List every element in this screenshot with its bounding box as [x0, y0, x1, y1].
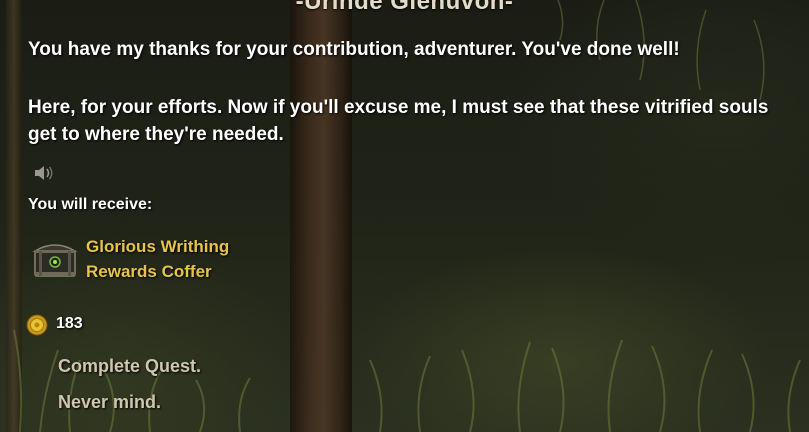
dialogue-text: Here, for your efforts. Now if you'll ex… — [28, 97, 769, 145]
never-mind-option[interactable]: Never mind. — [58, 392, 161, 413]
reward-item-name: Glorious Writhing Rewards Coffer — [86, 237, 230, 281]
gold-coin-icon — [26, 314, 48, 336]
npc-name: -Urinde Glenuvon- — [295, 0, 514, 15]
complete-quest-option[interactable]: Complete Quest. — [58, 356, 201, 377]
gold-amount: 183 — [56, 315, 83, 332]
speaker-icon[interactable] — [33, 165, 53, 181]
reward-item[interactable]: Glorious Writhing Rewards Coffer — [32, 234, 292, 282]
coffer-icon — [32, 244, 78, 277]
dialogue-text: You have my thanks for your contribution… — [28, 39, 680, 60]
dialogue-panel: -Urinde Glenuvon- You have my thanks for… — [0, 0, 809, 432]
rewards-label: You will receive: — [28, 196, 153, 213]
